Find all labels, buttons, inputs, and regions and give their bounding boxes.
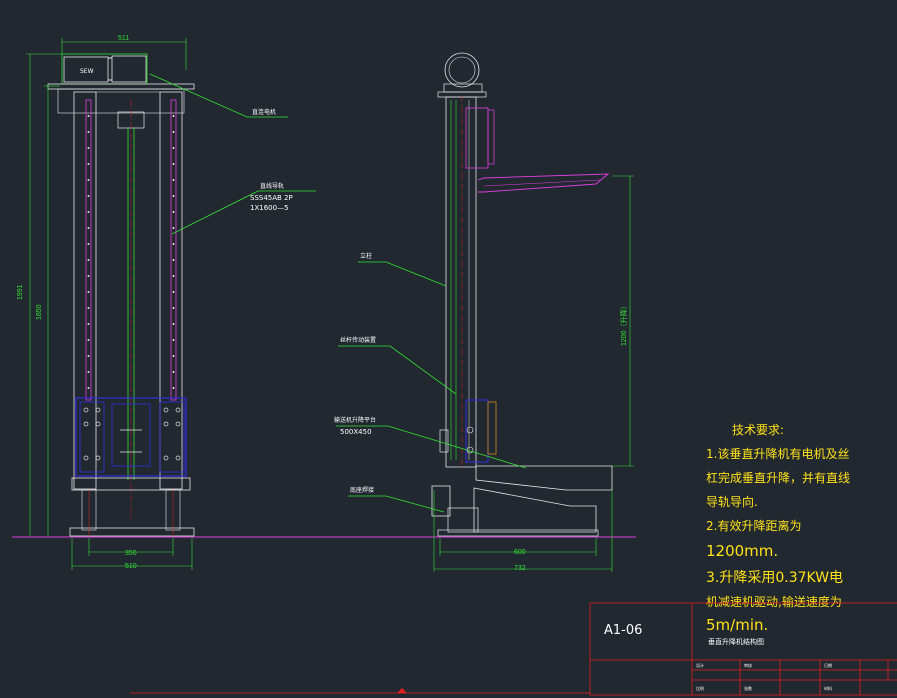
leader-screw (338, 345, 457, 395)
cad-drawing-canvas: SEW 511 1991 1850 350 510 直连电机 直线导轨 SSS4… (0, 0, 897, 698)
leader-platform-label: 输送机升降平台 (334, 416, 376, 424)
dim-base-inner: 600 (514, 549, 526, 556)
title-cell-1: 设计 (696, 662, 704, 668)
notes-heading: 技术要求: (732, 423, 784, 437)
drawing-name: 垂直升降机结构图 (708, 637, 764, 646)
leader-motor-label: 直连电机 (252, 108, 276, 116)
dim-top-width: 511 (118, 35, 129, 42)
notes-line-8: 5m/min. (706, 616, 768, 634)
leader-column-label: 立柱 (360, 252, 372, 260)
dim-rail-height: 1850 (36, 304, 43, 320)
left-column (73, 91, 97, 490)
leader-rail-spec1: SSS45AB 2P (250, 194, 293, 202)
notes-line-4: 2.有效升降距离为 (706, 518, 801, 533)
title-cell-5: 张数 (744, 685, 752, 691)
leader-base-label: 底座焊接 (350, 486, 374, 494)
cad-drawing: SEW 511 1991 1850 350 510 直连电机 直线导轨 SSS4… (12, 35, 897, 696)
title-cell-3: 日期 (824, 662, 832, 668)
front-view: SEW 511 1991 1850 350 510 直连电机 直线导轨 SSS4… (12, 35, 636, 570)
notes-line-1: 1.该垂直升降机有电机及丝 (706, 447, 849, 461)
dim-overall-height: 1991 (17, 284, 24, 300)
technical-notes: 技术要求: 1.该垂直升降机有电机及丝 杠完成垂直升降，并有直线 导轨导向. 2… (706, 423, 850, 634)
title-block (130, 602, 897, 696)
motor-label: SEW (80, 68, 94, 75)
title-cell-6: 材料 (824, 685, 832, 691)
dim-stroke: 1200（升降） (619, 302, 628, 346)
notes-line-6: 3.升降采用0.37KW电 (706, 570, 843, 586)
lower-conveyor (475, 465, 613, 491)
motor-side (444, 52, 480, 88)
top-plate (47, 83, 195, 90)
notes-line-5: 1200mm. (706, 542, 778, 560)
side-view: 1200（升降） 600 732 立柱 丝杆传动装置 输送机升降平台 500X4… (334, 52, 634, 572)
drawing-number: A1-06 (604, 623, 642, 638)
dim-inner-width: 350 (125, 550, 137, 557)
leader-rail (171, 190, 316, 235)
leader-platform-size: 500X450 (340, 428, 372, 436)
side-column (445, 96, 477, 468)
title-cell-4: 比例 (696, 685, 704, 691)
leader-rail-title: 直线导轨 (260, 182, 284, 190)
leader-screw-label: 丝杆传动装置 (340, 336, 376, 344)
motor-assembly: SEW (61, 53, 148, 85)
notes-line-3: 导轨导向. (706, 494, 758, 509)
title-cell-2: 审核 (744, 662, 752, 668)
notes-line-7: 机减速机驱动,输送速度为 (706, 594, 842, 609)
dim-base-width: 510 (125, 563, 137, 570)
leader-column (358, 261, 447, 287)
notes-line-2: 杠完成垂直升降，并有直线 (706, 470, 850, 485)
leader-rail-spec2: 1X1600—5 (250, 204, 289, 212)
dim-base-outer: 732 (514, 565, 526, 572)
leader-base (348, 495, 445, 513)
